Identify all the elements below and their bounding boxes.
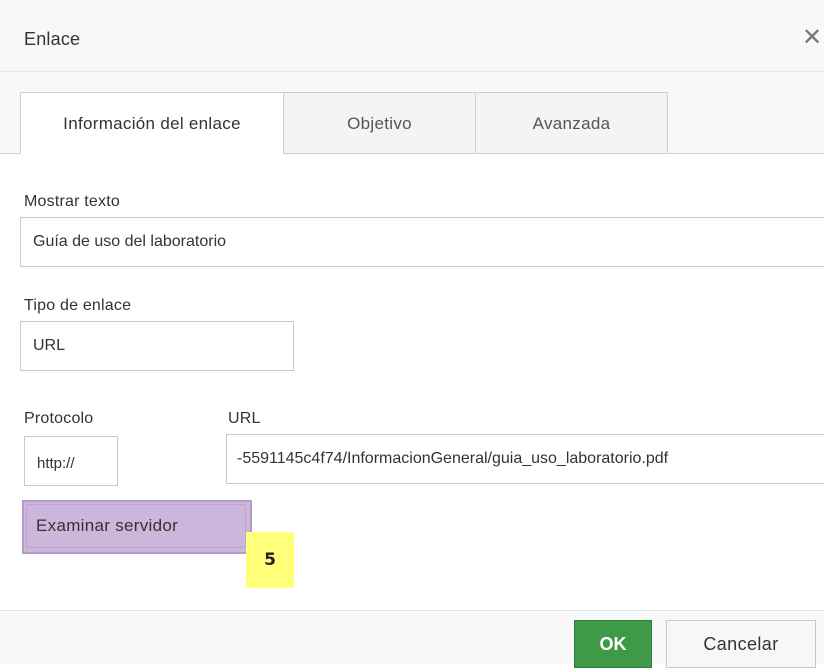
- tab-advanced[interactable]: Avanzada: [475, 92, 668, 154]
- tab-link-info[interactable]: Información del enlace: [20, 92, 284, 155]
- display-text-input[interactable]: Guía de uso del laboratorio: [20, 217, 824, 267]
- step-number-callout: 5: [246, 532, 294, 588]
- ok-button[interactable]: OK: [574, 620, 652, 668]
- protocol-select[interactable]: http://: [24, 436, 118, 486]
- link-type-select[interactable]: URL: [20, 321, 294, 371]
- protocol-label: Protocolo: [24, 410, 94, 427]
- browse-server-button[interactable]: Examinar servidor: [22, 500, 252, 554]
- url-input[interactable]: -5591145c4f74/InformacionGeneral/guia_us…: [226, 434, 824, 484]
- browse-server-label: Examinar servidor: [36, 516, 179, 535]
- display-text-label: Mostrar texto: [24, 193, 120, 210]
- cancel-button[interactable]: Cancelar: [666, 620, 816, 668]
- url-label: URL: [228, 410, 261, 427]
- close-icon[interactable]: ✕: [798, 24, 824, 52]
- link-type-label: Tipo de enlace: [24, 297, 132, 314]
- dialog-title: Enlace: [24, 29, 81, 49]
- tab-target[interactable]: Objetivo: [283, 92, 476, 154]
- tab-bar: Información del enlace Objetivo Avanzada: [0, 72, 824, 155]
- dialog-titlebar: Enlace ✕: [0, 0, 824, 72]
